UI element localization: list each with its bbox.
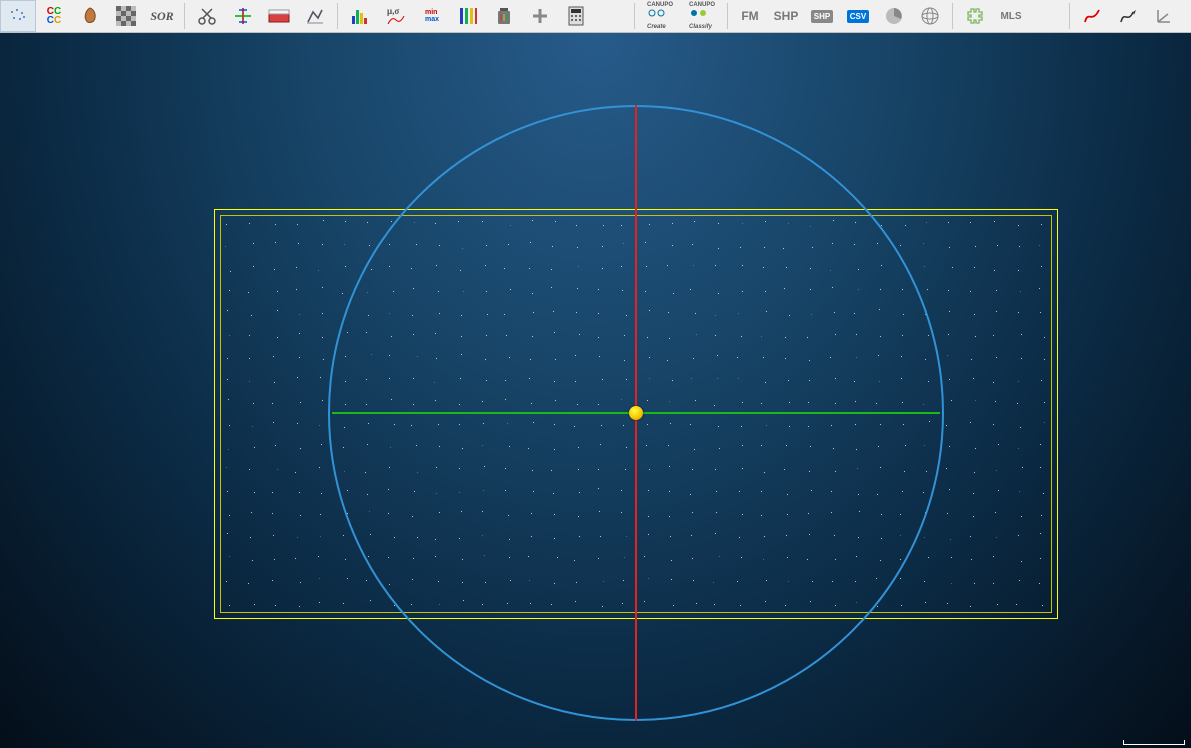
toolbar-separator [634,3,635,29]
stats-button[interactable]: μ,σ [378,0,414,32]
rasterize-button[interactable] [297,0,333,32]
fm-label: SHP [774,9,799,23]
add-button[interactable] [522,0,558,32]
toolbar-separator [727,3,728,29]
canupo-classify-button[interactable]: CANUPO Classify [681,0,723,32]
shp-button[interactable]: SHP [804,0,840,32]
plugin-icon [965,6,985,26]
point-cloud [0,33,1191,748]
csv-icon: CSV [847,10,869,23]
orient-button[interactable] [1146,0,1182,32]
bounding-box-outer [214,209,1058,619]
toolbar-separator [337,3,338,29]
origin-marker [629,406,643,420]
canupo-create-button[interactable]: CANUPO Create [639,0,681,32]
scalar-fields-icon [458,6,478,26]
view-circle [328,105,944,721]
curve-arrow-icon [1118,6,1138,26]
cross-section-icon [233,6,253,26]
scissors-icon [197,6,217,26]
primitive-button[interactable] [72,0,108,32]
pie-button[interactable] [876,0,912,32]
canupo-classify-icon: CANUPO Classify [689,2,715,30]
checkerboard-icon [116,6,136,26]
globe-button[interactable] [912,0,948,32]
cc-colorize-button[interactable]: CCCC [36,0,72,32]
scalar-fields-button[interactable] [450,0,486,32]
toolbar-separator [184,3,185,29]
pie-icon [884,6,904,26]
noise-filter-icon [8,6,28,26]
curve-arrow-button[interactable] [1110,0,1146,32]
rasterize-icon [305,6,325,26]
nc-button[interactable]: MLS [993,0,1029,32]
csv-button[interactable]: CSV [840,0,876,32]
calculator-icon [568,6,584,26]
minmax-label: minmax [425,9,439,23]
delete-sf-icon [495,6,513,26]
histogram-icon [350,6,370,26]
section-extract-icon [268,6,290,26]
noise-filter-button[interactable] [0,0,36,32]
viewport-3d[interactable] [0,33,1191,748]
primitive-icon [80,6,100,26]
checkerboard-button[interactable] [108,0,144,32]
bounding-box-inner [220,215,1052,613]
toolbar-separator [952,3,953,29]
cc-colorize-icon: CCCC [47,7,61,25]
kd-button[interactable]: FM [732,0,768,32]
mls-button[interactable] [1029,0,1065,32]
orient-icon [1154,6,1174,26]
section-extract-button[interactable] [261,0,297,32]
calculator-button[interactable] [558,0,594,32]
scale-bar [1123,740,1185,745]
stats-icon: μ,σ [387,7,405,25]
curve-red-icon [1082,6,1102,26]
toolbar: CCCC SOR [0,0,1191,33]
toolbar-separator [1069,3,1070,29]
sor-label: SOR [150,9,173,24]
histogram-button[interactable] [342,0,378,32]
fm-button[interactable]: SHP [768,0,804,32]
minmax-button[interactable]: minmax [414,0,450,32]
axis-y [635,105,637,721]
scissors-button[interactable] [189,0,225,32]
curve-red-button[interactable] [1074,0,1110,32]
axis-x [332,412,940,414]
add-icon [531,7,549,25]
cross-section-button[interactable] [225,0,261,32]
sf-button[interactable] [594,0,630,32]
sor-button[interactable]: SOR [144,0,180,32]
globe-icon [920,6,940,26]
kd-label: FM [741,9,758,23]
shp-icon: SHP [811,10,833,23]
plugin-button[interactable] [957,0,993,32]
delete-sf-button[interactable] [486,0,522,32]
nc-label: MLS [1000,11,1021,22]
canupo-create-icon: CANUPO Create [647,2,673,30]
